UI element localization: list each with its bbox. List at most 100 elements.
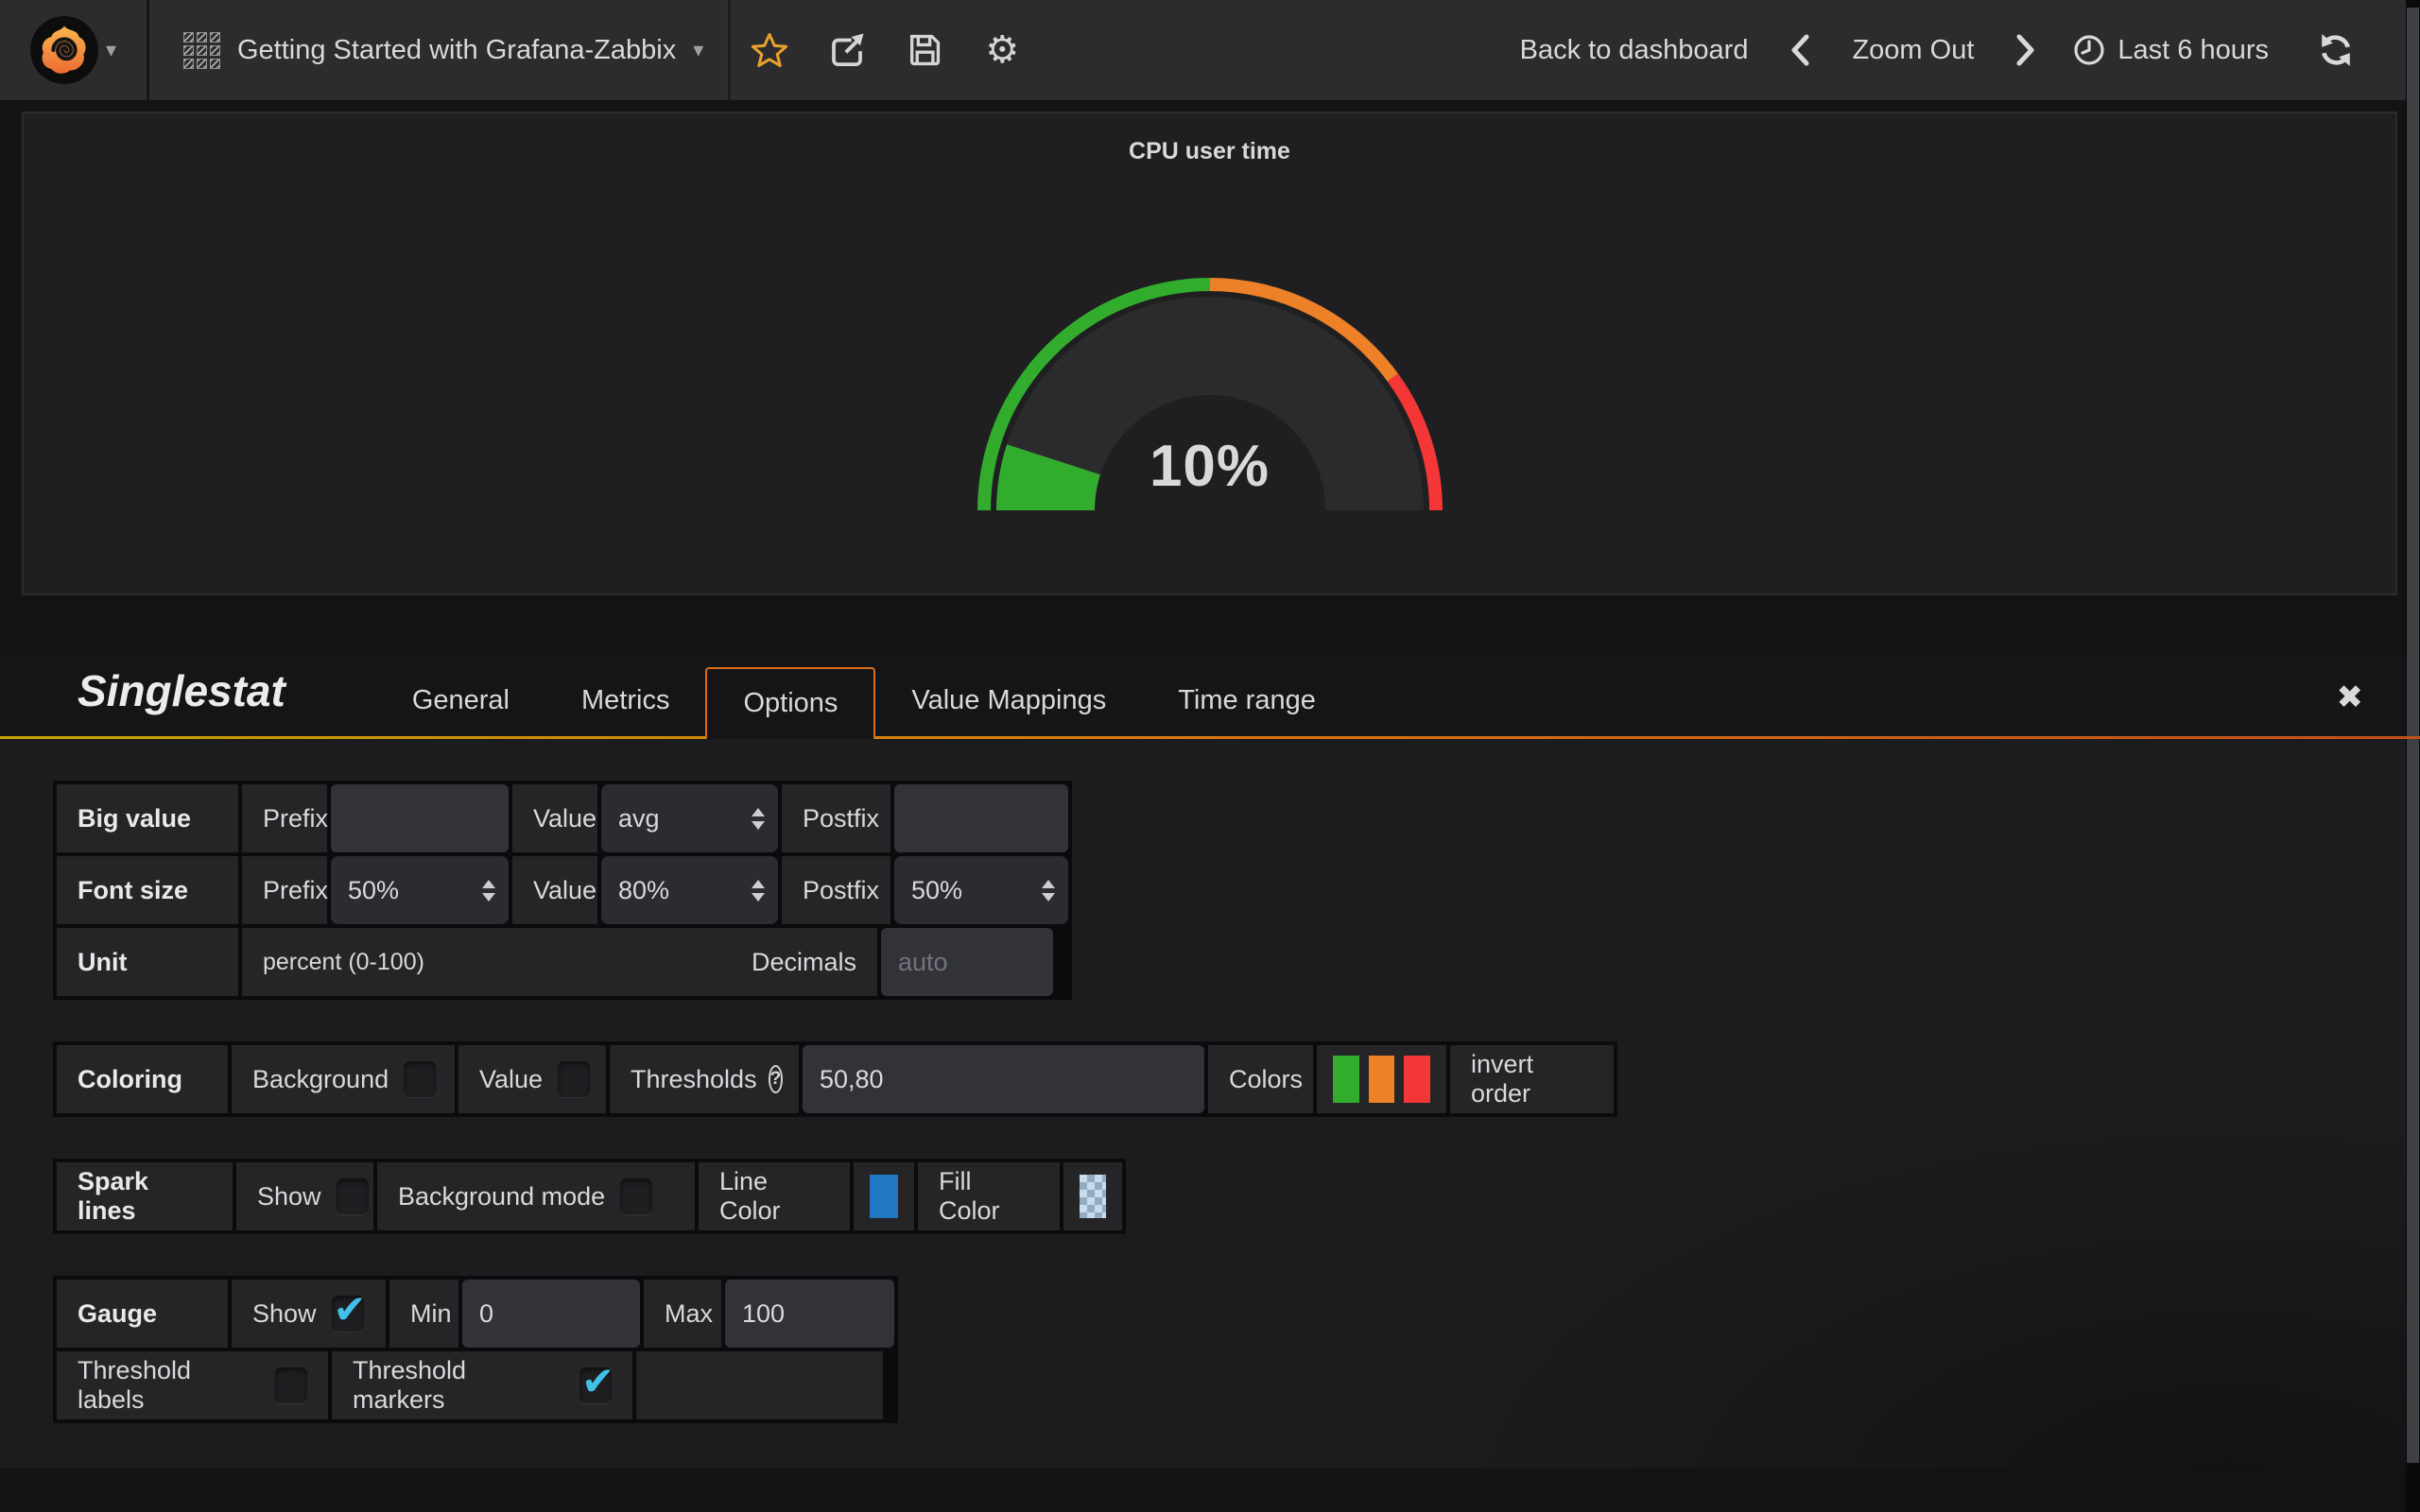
value-options-table: Big value Prefix Value avg Postfix — [53, 781, 1072, 1000]
refresh-button[interactable] — [2305, 32, 2367, 68]
big-value-label: Big value — [78, 804, 191, 833]
singlestat-panel: CPU user time 10% — [22, 112, 2397, 595]
gauge-show-checkbox[interactable]: ✔ — [332, 1296, 364, 1332]
big-value-row: Big value Prefix Value avg Postfix — [57, 784, 1068, 852]
gauge-max-input[interactable] — [725, 1280, 894, 1348]
postfix-font-size-select[interactable]: 50% — [894, 856, 1068, 924]
clock-icon — [2072, 33, 2106, 67]
dashboard-title: Getting Started with Grafana-Zabbix — [237, 35, 676, 66]
save-dashboard-button[interactable] — [886, 0, 963, 100]
tab-options[interactable]: Options — [705, 667, 875, 739]
max-label: Max — [644, 1280, 721, 1348]
share-dashboard-button[interactable] — [808, 0, 886, 100]
grafana-logo-icon — [30, 16, 98, 84]
prefix-font-size-select[interactable]: 50% — [331, 856, 509, 924]
panel-editor: Singlestat General Metrics Options Value… — [0, 656, 2420, 1469]
font-size-label: Font size — [78, 876, 188, 905]
dashboard-picker[interactable]: Getting Started with Grafana-Zabbix ▾ — [149, 32, 728, 69]
save-icon — [905, 31, 944, 69]
line-color-label: Line Color — [699, 1162, 850, 1230]
fill-color-label: Fill Color — [918, 1162, 1060, 1230]
thresholds-help-icon[interactable]: ? — [769, 1065, 784, 1093]
time-shift-right-button[interactable] — [2002, 34, 2049, 66]
close-editor-button[interactable]: ✖ — [2337, 681, 2364, 713]
thresholds-label: Thresholds — [631, 1065, 757, 1094]
coloring-row: Coloring Background ✔ Value ✔ Thresholds… — [57, 1045, 1614, 1113]
font-postfix-label: Postfix — [782, 856, 890, 924]
gauge-show-label: Show — [252, 1299, 317, 1329]
gauge-value-text: 10% — [974, 433, 1446, 500]
time-shift-left-button[interactable] — [1776, 34, 1824, 66]
panel-title[interactable]: CPU user time — [24, 113, 2395, 165]
refresh-icon — [2318, 32, 2354, 68]
unit-label: Unit — [78, 948, 127, 977]
threshold-markers-label: Threshold markers — [353, 1356, 564, 1415]
min-label: Min — [389, 1280, 458, 1348]
options-tab-content: Big value Prefix Value avg Postfix — [0, 739, 2420, 1469]
threshold-color-swatch-orange[interactable] — [1369, 1056, 1395, 1103]
share-icon — [827, 31, 867, 69]
spark-lines-label: Spark lines — [78, 1167, 212, 1226]
tab-metrics[interactable]: Metrics — [545, 662, 705, 739]
sparkline-show-checkbox[interactable]: ✔ — [337, 1178, 369, 1214]
scrollbar-thumb[interactable] — [2407, 8, 2419, 1463]
decimals-label: Decimals — [714, 948, 856, 977]
grafana-logo-menu[interactable]: ▾ — [0, 0, 149, 100]
colors-label: Colors — [1208, 1045, 1313, 1113]
coloring-background-checkbox[interactable]: ✔ — [404, 1061, 436, 1097]
thresholds-input[interactable] — [803, 1045, 1204, 1113]
gauge-options-table: Gauge Show ✔ Min Max Threshold labels ✔ — [53, 1276, 898, 1423]
coloring-value-label: Value — [479, 1065, 543, 1094]
navbar-right-group: Back to dashboard Zoom Out Last 6 hours — [1505, 32, 2420, 68]
chevron-left-icon — [1789, 34, 1810, 66]
unit-row: Unit percent (0-100) Decimals — [57, 928, 1068, 996]
invert-order-button[interactable]: invert order — [1450, 1045, 1614, 1113]
value-stat-select[interactable]: avg — [601, 784, 778, 852]
scrollbar-track[interactable] — [2406, 0, 2420, 1512]
fill-color-swatch[interactable] — [1080, 1175, 1106, 1218]
threshold-color-swatch-green[interactable] — [1333, 1056, 1359, 1103]
coloring-value-checkbox[interactable]: ✔ — [558, 1061, 590, 1097]
spark-lines-table: Spark lines Show ✔ Background mode ✔ Lin… — [53, 1159, 1126, 1234]
select-spinner-icon — [738, 880, 765, 902]
threshold-labels-checkbox[interactable]: ✔ — [275, 1367, 307, 1403]
decimals-input[interactable] — [881, 928, 1053, 996]
prefix-label: Prefix — [242, 784, 327, 852]
gauge-min-input[interactable] — [462, 1280, 640, 1348]
line-color-swatch[interactable] — [870, 1175, 898, 1218]
value-font-size-select[interactable]: 80% — [601, 856, 778, 924]
dashboard-grid-icon — [183, 32, 220, 69]
background-mode-label: Background mode — [398, 1182, 605, 1211]
time-picker-button[interactable]: Last 6 hours — [2063, 33, 2278, 67]
editor-tabs: General Metrics Options Value Mappings T… — [376, 656, 1352, 739]
tab-underline — [0, 736, 2420, 739]
tab-value-mappings[interactable]: Value Mappings — [875, 662, 1142, 739]
select-spinner-icon — [738, 808, 765, 830]
chevron-right-icon — [2015, 34, 2036, 66]
logo-caret-icon: ▾ — [106, 38, 116, 62]
gauge: 10% — [974, 275, 1446, 523]
threshold-markers-checkbox[interactable]: ✔ — [579, 1367, 612, 1403]
star-dashboard-button[interactable] — [731, 0, 808, 100]
big-value-postfix-input[interactable] — [894, 784, 1068, 852]
back-to-dashboard-button[interactable]: Back to dashboard — [1505, 35, 1764, 66]
coloring-label: Coloring — [78, 1065, 182, 1094]
big-value-prefix-input[interactable] — [331, 784, 509, 852]
dashboard-caret-icon: ▾ — [693, 38, 703, 62]
font-prefix-label: Prefix — [242, 856, 327, 924]
unit-picker-link[interactable]: percent (0-100) — [263, 949, 424, 976]
settings-button[interactable]: ⚙ — [963, 0, 1041, 100]
background-mode-checkbox[interactable]: ✔ — [620, 1178, 652, 1214]
tab-general[interactable]: General — [376, 662, 545, 739]
font-size-row: Font size Prefix 50% Value 80% Postfix — [57, 856, 1068, 924]
threshold-color-swatch-red[interactable] — [1404, 1056, 1430, 1103]
zoom-out-button[interactable]: Zoom Out — [1837, 35, 1989, 66]
threshold-options-row: Threshold labels ✔ Threshold markers ✔ — [57, 1351, 894, 1419]
font-value-label: Value — [512, 856, 597, 924]
select-spinner-icon — [469, 880, 495, 902]
value-label: Value — [512, 784, 597, 852]
star-icon — [751, 32, 788, 68]
gear-icon: ⚙ — [985, 31, 1019, 69]
tab-time-range[interactable]: Time range — [1142, 662, 1352, 739]
empty-cell — [636, 1351, 883, 1419]
